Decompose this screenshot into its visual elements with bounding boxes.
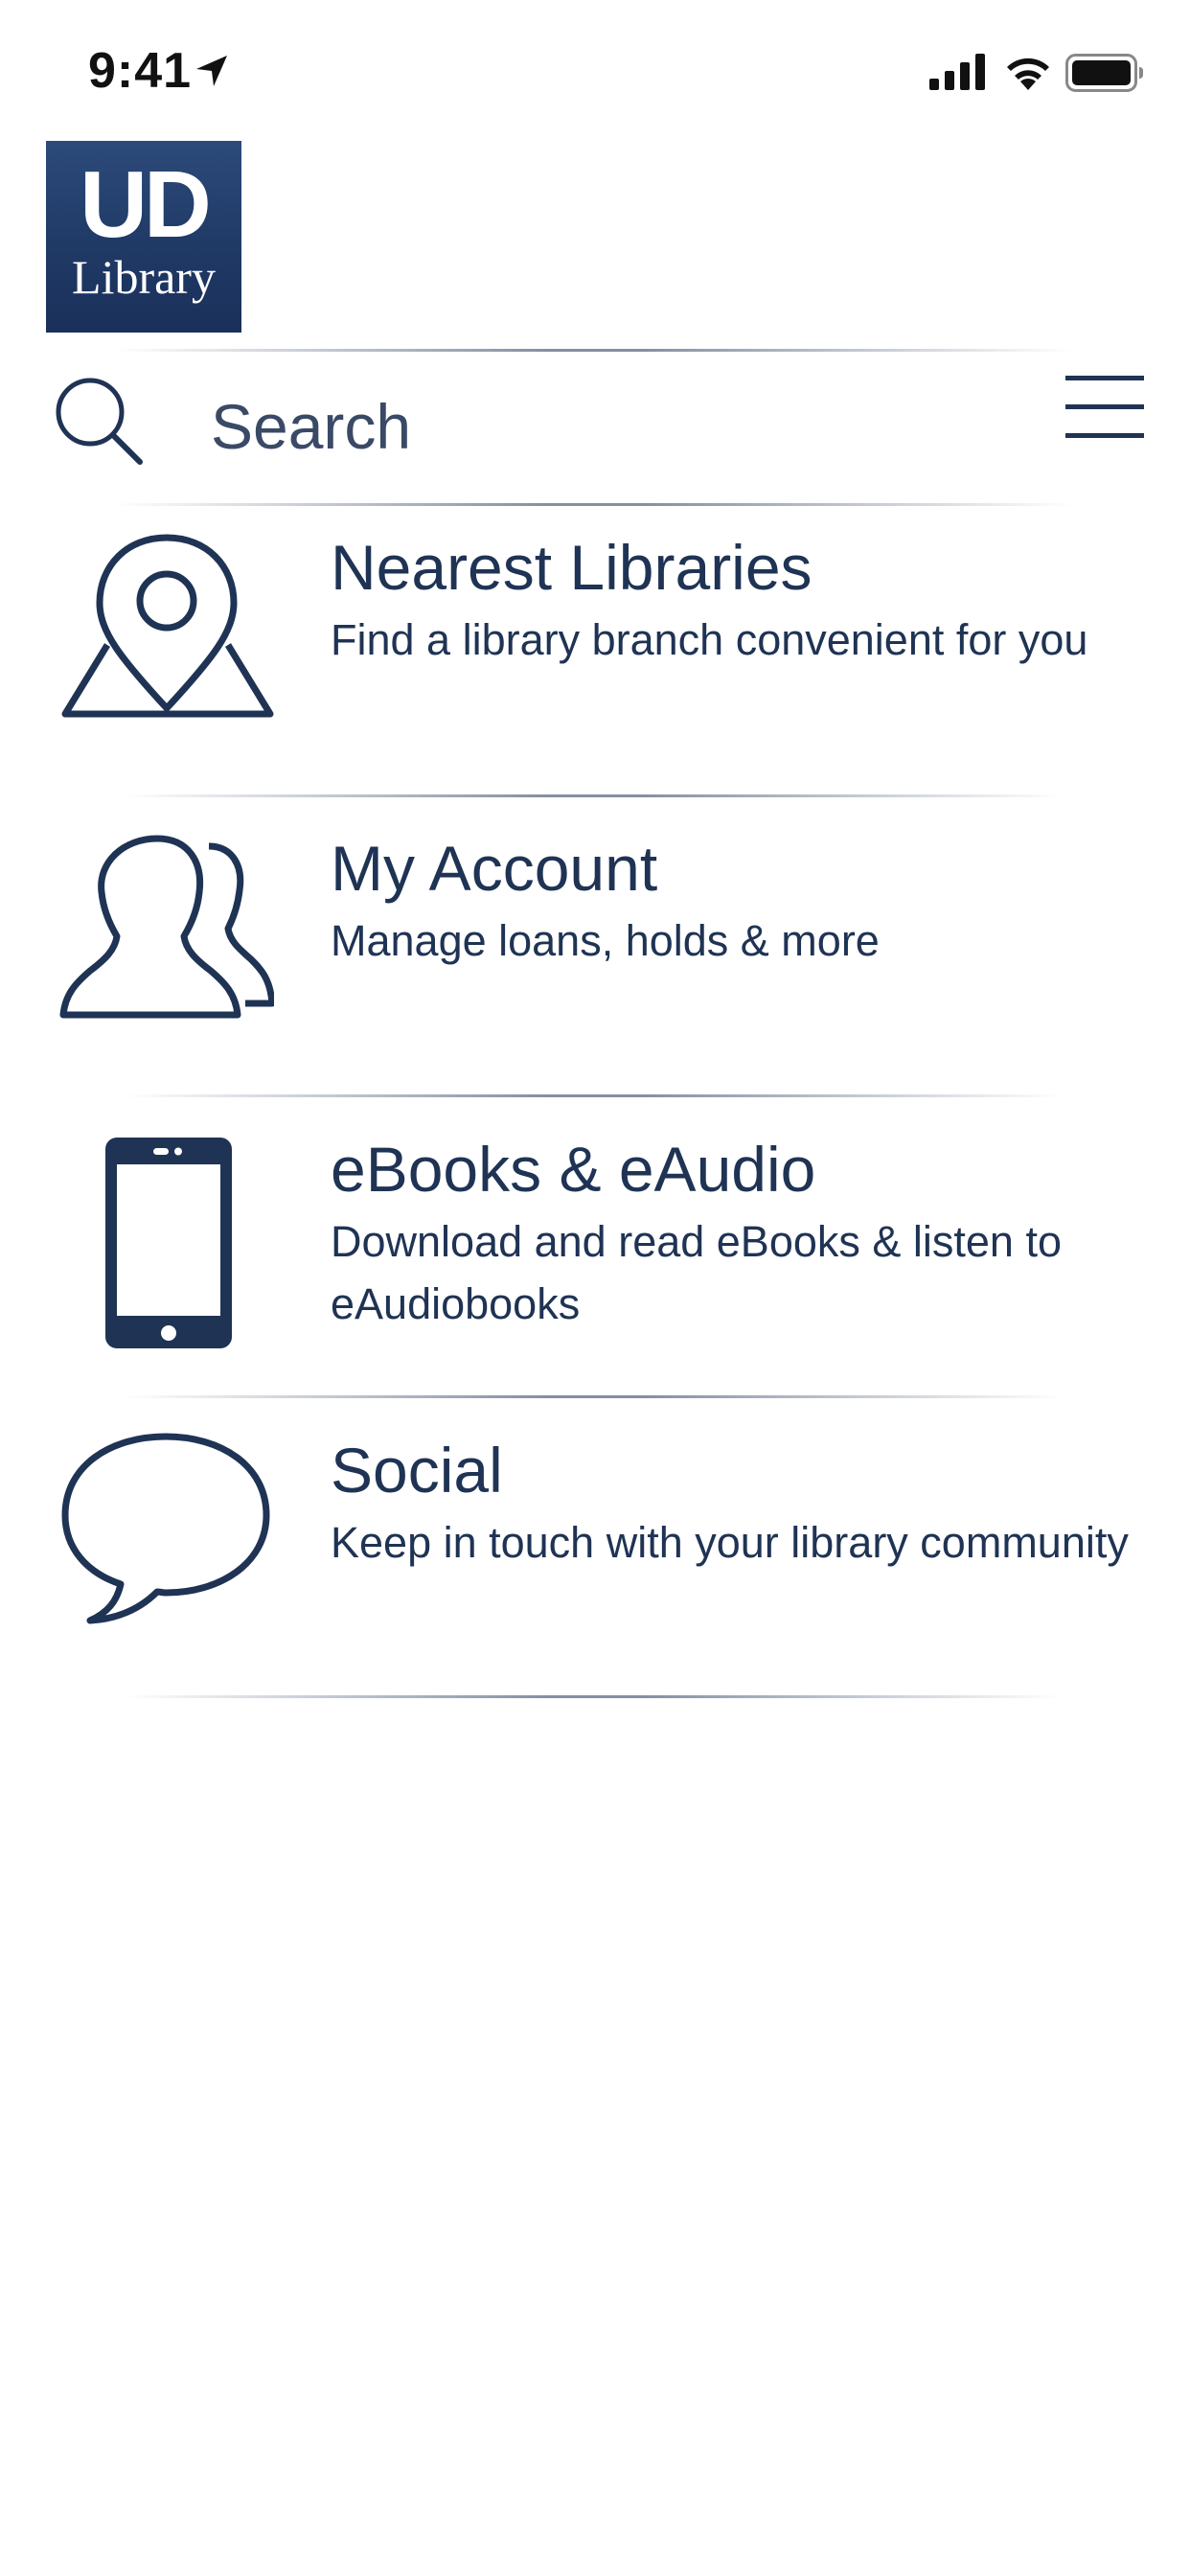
logo-ud-text: UD — [80, 151, 212, 257]
menu-item-subtitle: Find a library branch convenient for you — [331, 615, 1088, 664]
search-input[interactable] — [211, 388, 977, 465]
search-icon[interactable] — [54, 376, 146, 468]
battery-icon — [1065, 54, 1143, 92]
menu-item-nearest-libraries[interactable]: Nearest Libraries Find a library branch … — [0, 505, 1190, 806]
logo-library-text: Library — [72, 250, 216, 304]
home-screen: 9:41 UD Library Search Nearest Libraries… — [0, 0, 1190, 2576]
cellular-signal-icon — [929, 54, 985, 90]
location-arrow-icon — [196, 56, 227, 86]
menu-item-title: My Account — [331, 833, 658, 904]
menu-item-subtitle: Manage loans, holds & more — [331, 916, 880, 965]
smartphone-icon — [105, 1138, 232, 1348]
hamburger-menu-icon[interactable] — [1065, 376, 1144, 439]
ud-library-logo: UD Library — [46, 141, 241, 333]
divider — [125, 1395, 1064, 1398]
menu-item-my-account[interactable]: My Account Manage loans, holds & more — [0, 806, 1190, 1107]
divider — [125, 1695, 1064, 1698]
menu-item-social[interactable]: Social Keep in touch with your library c… — [0, 1408, 1190, 1709]
status-time: 9:41 — [88, 43, 193, 99]
divider — [115, 349, 1073, 352]
map-pin-icon — [61, 534, 274, 718]
wifi-icon — [1007, 58, 1049, 90]
menu-item-title: Social — [331, 1435, 503, 1506]
speech-bubble-icon — [61, 1433, 270, 1624]
menu-item-ebooks-eaudio[interactable]: eBooks & eAudio Download and read eBooks… — [0, 1107, 1190, 1408]
status-bar: 9:41 — [0, 0, 1190, 144]
menu-item-subtitle: Keep in touch with your library communit… — [331, 1518, 1129, 1567]
divider — [125, 794, 1064, 797]
users-icon — [59, 835, 274, 1019]
divider — [125, 1094, 1064, 1097]
menu-item-title: Nearest Libraries — [331, 532, 812, 603]
menu-item-subtitle: Download and read eBooks & listen to eAu… — [331, 1217, 1062, 1328]
menu-item-title: eBooks & eAudio — [331, 1134, 816, 1205]
